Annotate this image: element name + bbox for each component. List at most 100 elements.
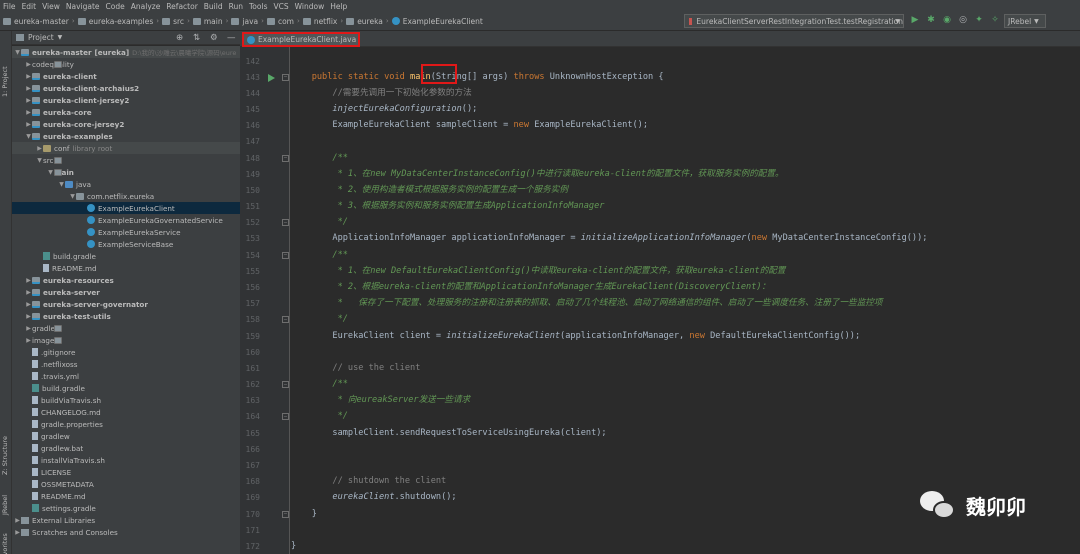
collapse-arrow-icon[interactable]: ▶: [25, 301, 32, 308]
fold-icon[interactable]: −: [282, 510, 289, 518]
tree-item[interactable]: gradlew.bat: [12, 442, 240, 454]
jrebel-run-icon[interactable]: ✦: [974, 15, 984, 25]
fold-icon[interactable]: −: [282, 219, 289, 227]
expand-arrow-icon[interactable]: ▼: [58, 181, 65, 188]
breadcrumb-item[interactable]: com ›: [266, 17, 300, 26]
collapse-arrow-icon[interactable]: ▶: [25, 121, 32, 128]
fold-icon[interactable]: −: [282, 154, 289, 162]
tree-item[interactable]: CHANGELOG.md: [12, 406, 240, 418]
expand-arrow-icon[interactable]: ▼: [69, 193, 76, 200]
collapse-arrow-icon[interactable]: ▶: [25, 289, 32, 296]
collapse-arrow-icon[interactable]: ▶: [36, 145, 43, 152]
tree-item[interactable]: ▶ conf library root: [12, 142, 240, 154]
expand-arrow-icon[interactable]: ▼: [14, 49, 21, 56]
project-tool-tab[interactable]: 1: Project: [1, 66, 9, 97]
favorites-tool-tab[interactable]: 2: Favorites: [1, 533, 9, 554]
fold-icon[interactable]: −: [282, 381, 289, 389]
collapse-arrow-icon[interactable]: ▶: [25, 61, 32, 68]
fold-icon[interactable]: −: [282, 413, 289, 421]
tree-item[interactable]: ▼ java: [12, 178, 240, 190]
tree-item[interactable]: ExampleEurekaClient: [12, 202, 240, 214]
menu-item-window[interactable]: Window: [295, 2, 325, 11]
collapse-arrow-icon[interactable]: ▶: [25, 109, 32, 116]
breadcrumb-item[interactable]: src ›: [162, 17, 190, 26]
menu-item-code[interactable]: Code: [106, 2, 125, 11]
fold-icon[interactable]: −: [282, 251, 289, 259]
run-configuration-select[interactable]: EurekaClientServerRestIntegrationTest.te…: [684, 14, 904, 28]
breadcrumb-item[interactable]: netflix ›: [302, 17, 343, 26]
profile-icon[interactable]: ◎: [958, 15, 968, 25]
tree-item[interactable]: ▼ com.netflix.eureka: [12, 190, 240, 202]
collapse-arrow-icon[interactable]: ▶: [25, 85, 32, 92]
jrebel-debug-icon[interactable]: ✧: [990, 15, 1000, 25]
collapse-arrow-icon[interactable]: ▶: [25, 313, 32, 320]
menu-item-view[interactable]: View: [42, 2, 60, 11]
tree-item[interactable]: gradle.properties: [12, 418, 240, 430]
locate-icon[interactable]: ⊕: [176, 33, 183, 43]
collapse-arrow-icon[interactable]: ▶: [25, 337, 32, 344]
tree-item[interactable]: ▶ External Libraries: [12, 514, 240, 526]
tree-item[interactable]: ▼ eureka-master [eureka] D:\我的\沙雕云\晨曦学院\源码\…: [12, 46, 240, 58]
run-icon[interactable]: ▶: [910, 15, 920, 25]
jrebel-select[interactable]: JRebel ▼: [1004, 14, 1046, 28]
collapse-icon[interactable]: ⇅: [193, 33, 200, 43]
collapse-arrow-icon[interactable]: ▶: [25, 97, 32, 104]
hide-icon[interactable]: —: [227, 33, 236, 43]
tab-example-eureka-client[interactable]: ExampleEurekaClient.java: [242, 32, 360, 47]
tree-item[interactable]: gradlew: [12, 430, 240, 442]
menu-item-tools[interactable]: Tools: [249, 2, 267, 11]
jrebel-tool-tab[interactable]: JRebel: [1, 495, 9, 515]
tree-item[interactable]: ▶ gradle: [12, 322, 240, 334]
collapse-arrow-icon[interactable]: ▶: [25, 277, 32, 284]
run-gutter-icon[interactable]: [268, 73, 275, 82]
coverage-icon[interactable]: ◉: [942, 15, 952, 25]
structure-tool-tab[interactable]: Z: Structure: [1, 436, 9, 475]
tree-item[interactable]: .gitignore: [12, 346, 240, 358]
tree-item[interactable]: ▶ eureka-server: [12, 286, 240, 298]
tree-item[interactable]: ▼ eureka-examples: [12, 130, 240, 142]
tree-item[interactable]: ▶ eureka-client-jersey2: [12, 94, 240, 106]
breadcrumb-item[interactable]: main ›: [192, 17, 228, 26]
tree-item[interactable]: .netflixoss: [12, 358, 240, 370]
chevron-down-icon[interactable]: ▼: [58, 34, 63, 41]
tree-item[interactable]: ▶ eureka-test-utils: [12, 310, 240, 322]
tree-item[interactable]: settings.gradle: [12, 502, 240, 514]
collapse-arrow-icon[interactable]: ▶: [25, 325, 32, 332]
menu-item-navigate[interactable]: Navigate: [66, 2, 100, 11]
menu-item-edit[interactable]: Edit: [22, 2, 37, 11]
expand-arrow-icon[interactable]: ▼: [25, 133, 32, 140]
tree-item[interactable]: README.md: [12, 262, 240, 274]
tree-item[interactable]: build.gradle: [12, 382, 240, 394]
menu-item-analyze[interactable]: Analyze: [131, 2, 161, 11]
breadcrumb-item[interactable]: ExampleEurekaClient: [391, 17, 483, 26]
breadcrumb-item[interactable]: eureka-examples ›: [77, 17, 159, 26]
menu-item-vcs[interactable]: VCS: [273, 2, 288, 11]
tree-item[interactable]: ▶ eureka-core-jersey2: [12, 118, 240, 130]
tree-item[interactable]: ExampleEurekaGovernatedService: [12, 214, 240, 226]
breadcrumb-item[interactable]: eureka ›: [346, 17, 389, 26]
collapse-arrow-icon[interactable]: ▶: [25, 73, 32, 80]
tree-item[interactable]: .travis.yml: [12, 370, 240, 382]
collapse-arrow-icon[interactable]: ▶: [14, 529, 21, 536]
menu-item-run[interactable]: Run: [229, 2, 243, 11]
project-panel-title[interactable]: Project: [28, 33, 54, 42]
breadcrumb-item[interactable]: eureka-master ›: [3, 17, 75, 26]
breadcrumb-item[interactable]: java ›: [231, 17, 264, 26]
tree-item[interactable]: ▶ eureka-resources: [12, 274, 240, 286]
tree-item[interactable]: ExampleServiceBase: [12, 238, 240, 250]
tree-item[interactable]: OSSMETADATA: [12, 478, 240, 490]
expand-arrow-icon[interactable]: ▼: [47, 169, 54, 176]
tree-item[interactable]: installViaTravis.sh: [12, 454, 240, 466]
tree-item[interactable]: ▶ eureka-client-archaius2: [12, 82, 240, 94]
fold-icon[interactable]: −: [282, 316, 289, 324]
expand-arrow-icon[interactable]: ▼: [36, 157, 43, 164]
code-editor[interactable]: public static void main(String[] args) t…: [291, 47, 1080, 554]
tree-item[interactable]: buildViaTravis.sh: [12, 394, 240, 406]
tree-item[interactable]: ExampleEurekaService: [12, 226, 240, 238]
tree-item[interactable]: ▼ main: [12, 166, 240, 178]
menu-item-help[interactable]: Help: [330, 2, 347, 11]
tree-item[interactable]: ▶ codequality: [12, 58, 240, 70]
collapse-arrow-icon[interactable]: ▶: [14, 517, 21, 524]
tree-item[interactable]: ▶ images: [12, 334, 240, 346]
tree-item[interactable]: README.md: [12, 490, 240, 502]
